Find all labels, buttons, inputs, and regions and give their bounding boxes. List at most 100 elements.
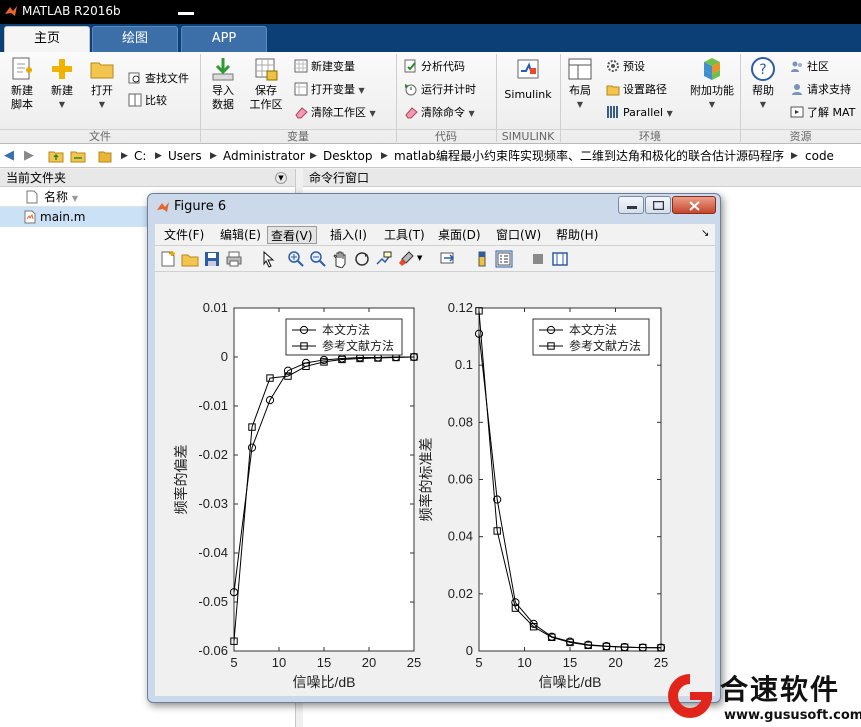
- section-code-label: 代码: [396, 129, 496, 143]
- compare-button[interactable]: 比较: [128, 92, 167, 110]
- figure-maximize-button[interactable]: [645, 196, 671, 214]
- menu-view[interactable]: 查看(V): [267, 226, 317, 244]
- back-arrow-icon[interactable]: ◀: [4, 144, 14, 168]
- menu-help[interactable]: 帮助(H): [553, 226, 601, 244]
- new-dropdown-icon[interactable]: ▼: [46, 98, 78, 112]
- add-ons-dropdown-icon[interactable]: ▼: [686, 98, 738, 112]
- y-tick-label: 0.02: [448, 586, 473, 601]
- breadcrumb-users[interactable]: Users: [168, 144, 202, 168]
- menu-edit[interactable]: 编辑(E): [217, 226, 264, 244]
- new-button[interactable]: 新建 ▼: [46, 56, 78, 112]
- eraser-icon: [405, 107, 418, 119]
- tab-home[interactable]: 主页: [4, 26, 90, 52]
- x-tick-label: 20: [608, 655, 622, 670]
- menu-insert[interactable]: 插入(I): [327, 226, 370, 244]
- folder-open-icon: [90, 62, 114, 79]
- browse-folder-icon[interactable]: [70, 149, 86, 163]
- data-cursor-icon[interactable]: [375, 250, 393, 268]
- print-icon[interactable]: [225, 250, 243, 268]
- breadcrumb-c-drive[interactable]: C:: [134, 144, 146, 168]
- clear-commands-button[interactable]: 清除命令 ▼: [404, 104, 475, 122]
- address-bar: ◀ ▶ ▶ C: ▶ Users ▶ Administrator ▶ Deskt…: [0, 144, 861, 168]
- legend-entry: 本文方法: [569, 322, 617, 337]
- layout-dropdown-icon[interactable]: ▼: [564, 98, 596, 112]
- link-plot-icon[interactable]: [439, 250, 457, 268]
- preferences-button[interactable]: 预设: [606, 58, 645, 76]
- help-label: 帮助: [752, 84, 774, 97]
- analyze-code-button[interactable]: 分析代码: [404, 58, 465, 76]
- find-files-button[interactable]: 查找文件: [128, 70, 189, 88]
- ribbon: 新建 脚本 新建 ▼ 打开 ▼ 查找文件 比较 文件 导入 数据 保存 工作区 …: [0, 52, 861, 144]
- colorbar-icon[interactable]: [473, 250, 491, 268]
- menu-file[interactable]: 文件(F): [161, 226, 207, 244]
- help-button[interactable]: ? 帮助 ▼: [746, 56, 780, 112]
- open-variable-button[interactable]: 打开变量 ▼: [294, 81, 365, 99]
- open-variable-dropdown-icon[interactable]: ▼: [359, 86, 365, 95]
- layout-button[interactable]: 布局 ▼: [564, 56, 596, 112]
- breadcrumb-desktop[interactable]: Desktop: [323, 144, 373, 168]
- figure-close-button[interactable]: [672, 196, 716, 214]
- breadcrumb-project-folder[interactable]: matlab编程最小约束阵实现频率、二维到达角和极化的联合估计源码程序: [394, 144, 784, 168]
- import-data-button[interactable]: 导入 数据: [206, 56, 240, 112]
- dock-arrow-icon[interactable]: ↘: [701, 228, 709, 239]
- simulink-icon: [517, 59, 539, 79]
- simulink-button[interactable]: Simulink: [502, 56, 554, 102]
- menu-desktop[interactable]: 桌面(D): [435, 226, 484, 244]
- figure-canvas[interactable]: 5 10 15 20 25 0.01 0 -0.01 -0.02 -0.03 -0.04 -0.05 -…: [155, 272, 715, 696]
- breadcrumb-administrator[interactable]: Administrator: [223, 144, 305, 168]
- tab-plots[interactable]: 绘图: [92, 26, 178, 52]
- zoom-in-icon[interactable]: [287, 250, 305, 268]
- up-folder-icon[interactable]: [48, 149, 64, 163]
- save-icon[interactable]: [203, 250, 221, 268]
- help-dropdown-icon[interactable]: ▼: [746, 98, 780, 112]
- file-column-icon: [26, 190, 38, 204]
- show-plot-tools-icon[interactable]: [551, 250, 569, 268]
- save-workspace-button[interactable]: 保存 工作区: [246, 56, 286, 112]
- section-simulink-label: SIMULINK: [496, 129, 560, 143]
- save-workspace-label-2: 工作区: [249, 98, 283, 111]
- hide-plot-tools-icon[interactable]: [529, 250, 547, 268]
- add-ons-button[interactable]: 附加功能 ▼: [686, 56, 738, 112]
- parallel-dropdown-icon[interactable]: ▼: [667, 109, 673, 118]
- pan-hand-icon[interactable]: [331, 250, 349, 268]
- community-button[interactable]: 社区: [790, 58, 829, 76]
- panel-actions-icon[interactable]: ▼: [275, 172, 287, 184]
- y-tick-label: 0: [466, 643, 473, 658]
- open-button[interactable]: 打开 ▼: [86, 56, 118, 112]
- minimize-icon[interactable]: [178, 12, 194, 15]
- figure-window[interactable]: Figure 6 文件(F) 编辑(E) 查看(V) 插入(I) 工具(T) 桌…: [147, 193, 721, 703]
- zoom-out-icon[interactable]: [309, 250, 327, 268]
- community-icon: [791, 61, 802, 72]
- open-dropdown-icon[interactable]: ▼: [86, 98, 118, 112]
- forward-arrow-icon[interactable]: ▶: [24, 144, 34, 168]
- rotate-3d-icon[interactable]: [353, 250, 371, 268]
- brush-icon[interactable]: [397, 250, 415, 268]
- preferences-label: 预设: [623, 60, 645, 73]
- learn-matlab-button[interactable]: 了解 MAT: [790, 104, 855, 122]
- parallel-button[interactable]: Parallel ▼: [606, 104, 673, 122]
- clear-commands-dropdown-icon[interactable]: ▼: [469, 109, 475, 118]
- breadcrumb-code[interactable]: code: [805, 144, 834, 168]
- new-variable-button[interactable]: 新建变量: [294, 58, 355, 76]
- open-file-icon[interactable]: [181, 250, 199, 268]
- breadcrumb-separator: ▶: [381, 151, 388, 161]
- clear-workspace-button[interactable]: 清除工作区 ▼: [294, 104, 376, 122]
- new-figure-icon[interactable]: [159, 250, 177, 268]
- figure-minimize-button[interactable]: [618, 196, 644, 214]
- figure-title: Figure 6: [174, 199, 227, 214]
- tab-apps[interactable]: APP: [181, 26, 267, 52]
- request-support-button[interactable]: 请求支持: [790, 81, 851, 99]
- save-workspace-icon: [255, 58, 278, 81]
- menu-window[interactable]: 窗口(W): [493, 226, 544, 244]
- new-script-button[interactable]: 新建 脚本: [6, 56, 38, 112]
- sort-icon[interactable]: ▼: [72, 194, 78, 203]
- menu-tools[interactable]: 工具(T): [381, 226, 428, 244]
- brush-dropdown-icon[interactable]: ▼: [417, 254, 422, 262]
- legend-icon[interactable]: [495, 250, 513, 268]
- set-path-button[interactable]: 设置路径: [606, 81, 667, 99]
- file-name: main.m: [40, 210, 86, 224]
- find-files-label: 查找文件: [145, 72, 189, 85]
- clear-workspace-dropdown-icon[interactable]: ▼: [370, 109, 376, 118]
- pointer-icon[interactable]: [259, 250, 277, 268]
- run-and-time-button[interactable]: 运行并计时: [404, 81, 476, 99]
